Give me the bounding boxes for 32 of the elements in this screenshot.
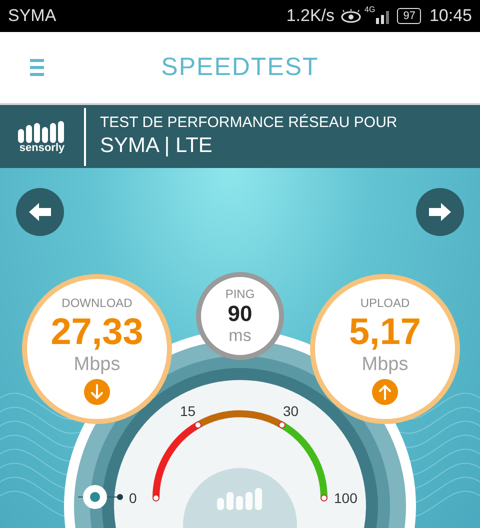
brand-name: sensorly xyxy=(19,143,65,154)
upload-unit: Mbps xyxy=(362,355,408,374)
carrier-name: SYMA xyxy=(8,5,56,28)
ping-unit: ms xyxy=(228,327,252,344)
arrow-down-icon xyxy=(84,379,110,406)
banner-subtitle: TEST DE PERFORMANCE RÉSEAU POUR xyxy=(100,114,398,133)
forward-button[interactable] xyxy=(416,188,464,236)
arrow-right-icon xyxy=(429,203,451,221)
network-speed: 1.2K/s xyxy=(286,5,335,28)
download-unit: Mbps xyxy=(74,355,120,374)
battery-level: 97 xyxy=(397,8,422,24)
clock: 10:45 xyxy=(429,5,472,28)
gauge-tick-label: 0 xyxy=(129,489,137,508)
network-type: 4G xyxy=(364,4,376,16)
slider-knob-icon xyxy=(78,484,124,510)
download-label: DOWNLOAD xyxy=(62,297,132,309)
download-value: 27,33 xyxy=(50,310,144,354)
upload-label: UPLOAD xyxy=(360,297,410,309)
eye-icon xyxy=(340,9,362,23)
network-name: SYMA | LTE xyxy=(100,132,214,159)
signal-bars-logo-icon xyxy=(18,119,66,143)
gauge-tick-label: 30 xyxy=(283,402,299,421)
arrow-up-icon xyxy=(372,379,398,406)
back-button[interactable] xyxy=(16,188,64,236)
gauge-tick-label: 100 xyxy=(334,489,358,508)
ping-value: 90 xyxy=(228,300,252,328)
ping-label: PING xyxy=(225,288,255,300)
gauge-tick-label: 15 xyxy=(180,402,196,421)
signal-icon xyxy=(375,8,392,24)
app-title: SPEEDTEST xyxy=(161,52,319,84)
arrow-left-icon xyxy=(29,203,51,221)
upload-value: 5,17 xyxy=(348,310,421,354)
